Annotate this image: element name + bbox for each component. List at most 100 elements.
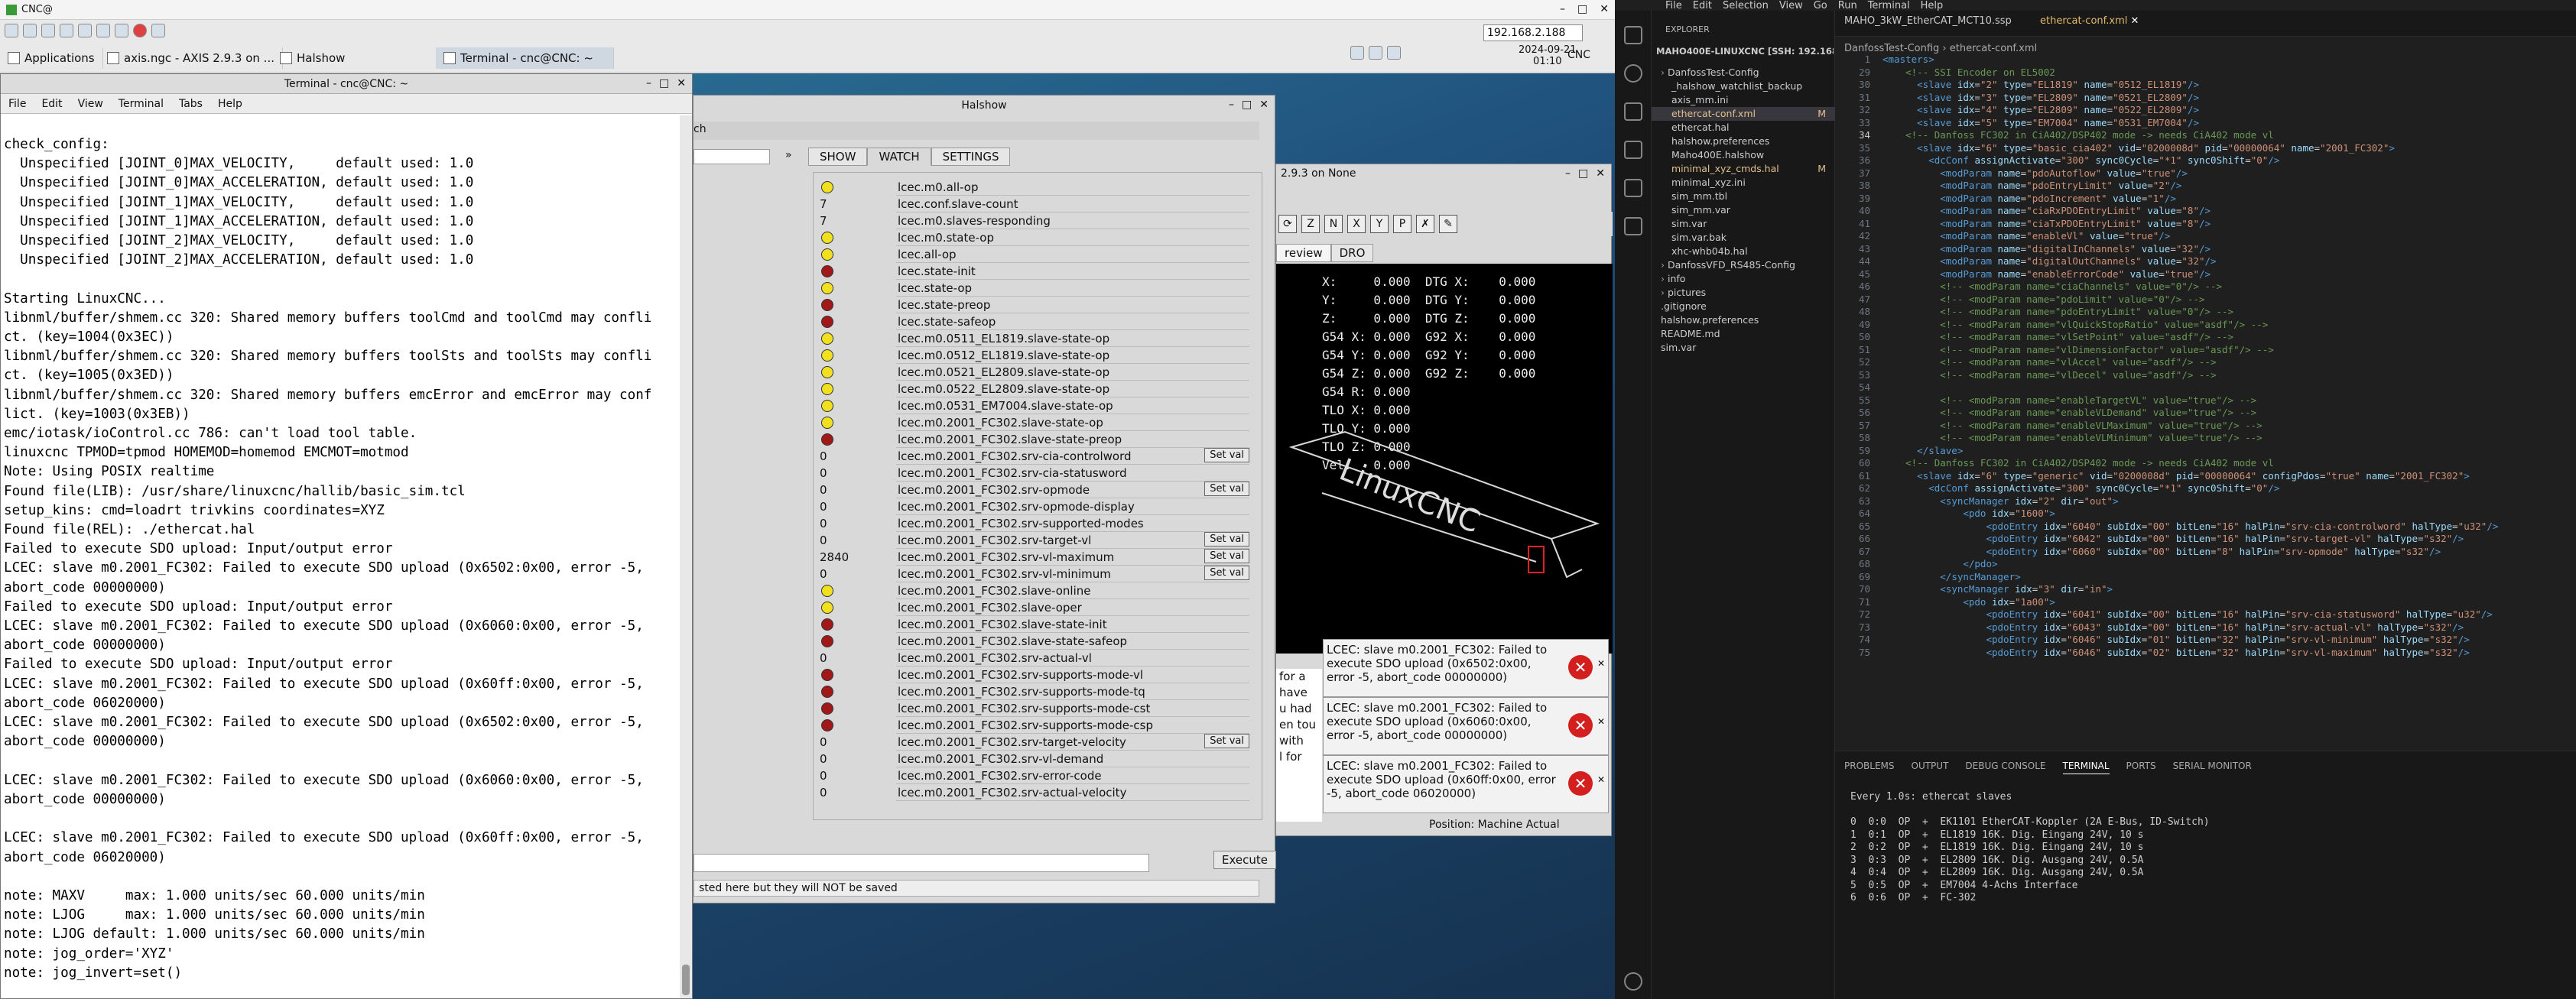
error-notification[interactable]: LCEC: slave m0.2001_FC302: Failed to exe… [1323,697,1609,755]
launcher-icon[interactable] [96,24,110,37]
tab-ethercat-conf[interactable]: ethercat-conf.xml ✕ [2040,15,2139,27]
error-notification[interactable]: LCEC: slave m0.2001_FC302: Failed to exe… [1323,755,1609,813]
tray-icon[interactable] [1387,46,1401,60]
tree-search[interactable] [694,149,770,164]
scroll-thumb[interactable] [682,965,690,995]
minimize-icon[interactable]: – [1560,3,1565,15]
panel-tab-terminal[interactable]: TERMINAL [2062,761,2110,774]
tab-watch[interactable]: WATCH [867,148,931,166]
preview-canvas[interactable]: X: 0.000 DTG X: 0.000 Y: 0.000 DTG Y: 0.… [1276,264,1613,654]
tray-icon[interactable] [1350,46,1364,60]
set-value-button[interactable]: Set val [1204,566,1249,580]
view-x-icon[interactable]: X [1347,215,1366,233]
tab-ssp[interactable]: MAHO_3kW_EtherCAT_MCT10.ssp [1844,15,2012,27]
command-entry[interactable] [694,854,1149,872]
file-item[interactable]: halshow.preferences [1652,135,1835,148]
clear-icon[interactable]: ✗ [1416,215,1434,233]
collapse-arrows[interactable]: » [785,149,792,161]
panel-tab-ports[interactable]: PORTS [2126,761,2156,771]
view-z-icon[interactable]: Z [1301,215,1320,233]
launcher-icon[interactable] [23,24,37,37]
tab-show[interactable]: SHOW [808,148,868,166]
set-value-button[interactable]: Set val [1204,734,1249,748]
file-item[interactable]: README.md [1652,327,1835,341]
tab-settings[interactable]: SETTINGS [931,148,1011,166]
close-icon[interactable]: ✕ [1596,167,1605,180]
menu-selection[interactable]: Selection [1723,0,1769,11]
workspace-root[interactable]: MAHO400E-LINUXCNC [SSH: 192.168.2.188] [1656,46,1834,57]
file-item[interactable]: .gitignore [1652,300,1835,313]
panel-tab-problems[interactable]: PROBLEMS [1844,761,1895,771]
menu-edit[interactable]: Edit [41,98,62,110]
file-item[interactable]: ethercat.hal [1652,121,1835,135]
menu-file[interactable]: File [1665,0,1682,11]
close-icon[interactable]: ✕ [1600,3,1609,15]
file-item[interactable]: sim.var [1652,341,1835,355]
terminal-scrollbar[interactable] [680,115,692,998]
folder-item[interactable]: › info [1652,272,1835,286]
execute-button[interactable]: Execute [1213,851,1276,869]
menu-edit[interactable]: Edit [1693,0,1712,11]
terminal-output[interactable]: check_config: Unspecified [JOINT_0]MAX_V… [4,135,678,998]
refresh-icon[interactable] [60,24,73,37]
task-terminal[interactable]: Terminal - cnc@CNC: ~ [436,47,614,69]
file-item[interactable]: minimal_xyz.ini [1652,176,1835,190]
task-halshow[interactable]: Halshow [272,47,443,69]
vnc-host-field[interactable]: 192.168.2.188 [1483,24,1583,41]
close-icon[interactable]: ✕ [1597,773,1605,787]
task-axis[interactable]: axis.ngc - AXIS 2.9.3 on ... [99,47,283,69]
set-value-button[interactable]: Set val [1204,549,1249,563]
maximize-icon[interactable]: □ [1577,3,1587,15]
menu-go[interactable]: Go [1814,0,1827,11]
tray-icon[interactable] [1369,46,1382,60]
panel-tab-serial-monitor[interactable]: SERIAL MONITOR [2173,761,2252,771]
applications-menu[interactable]: Applications [0,47,103,69]
file-item[interactable]: sim.var [1652,217,1835,231]
menu-view[interactable]: View [78,98,103,110]
menu-help[interactable]: Help [1921,0,1944,11]
file-item[interactable]: Maho400E.halshow [1652,148,1835,162]
file-item[interactable]: halshow.preferences [1652,313,1835,327]
menu-view[interactable]: View [1779,0,1803,11]
file-item[interactable]: ethercat-conf.xml M [1652,107,1835,121]
view-p-icon[interactable]: N [1324,215,1343,233]
panel-tab-output[interactable]: OUTPUT [1912,761,1949,771]
close-icon[interactable]: ✕ [677,77,686,89]
file-item[interactable]: sim_mm.var [1652,203,1835,217]
maximize-icon[interactable]: □ [659,77,669,89]
info-icon[interactable] [115,24,128,37]
minimize-icon[interactable]: – [1229,99,1234,111]
folder-item[interactable]: › DanfossTest-Config [1652,66,1835,79]
set-value-button[interactable]: Set val [1204,532,1249,547]
mail-icon[interactable] [151,24,165,37]
menu-terminal[interactable]: Terminal [119,98,164,110]
breadcrumb[interactable]: DanfossTest-Config › ethercat-conf.xml [1844,43,2037,54]
file-item[interactable]: sim_mm.tbl [1652,190,1835,203]
folder-item[interactable]: › pictures [1652,286,1835,300]
menu-help[interactable]: Help [218,98,242,110]
view-y-icon[interactable]: Y [1370,215,1389,233]
set-value-button[interactable]: Set val [1204,482,1249,496]
error-notification[interactable]: LCEC: slave m0.2001_FC302: Failed to exe… [1323,639,1609,697]
launcher-icon[interactable] [5,24,18,37]
menu-run[interactable]: Run [1838,0,1857,11]
brush-icon[interactable]: ✎ [1439,215,1457,233]
integrated-terminal[interactable]: Every 1.0s: ethercat slaves 0 0:0 OP + E… [1850,791,2210,905]
close-icon[interactable]: ✕ [1597,715,1605,728]
remote-explorer-icon[interactable] [1624,217,1642,235]
folder-item[interactable]: › DanfossVFD_RS485-Config [1652,258,1835,272]
view-p-icon[interactable]: P [1393,215,1411,233]
maximize-icon[interactable]: □ [1578,167,1588,180]
file-item[interactable]: axis_mm.ini [1652,93,1835,107]
extensions-icon[interactable] [1624,179,1642,197]
minimize-icon[interactable]: – [1565,167,1571,180]
settings-icon[interactable] [41,24,55,37]
maximize-icon[interactable]: □ [1242,99,1252,111]
stop-icon[interactable] [133,24,147,37]
file-item[interactable]: minimal_xyz_cmds.hal M [1652,162,1835,176]
panel-tab-debug-console[interactable]: DEBUG CONSOLE [1965,761,2045,771]
file-item[interactable]: xhc-whb04b.hal [1652,245,1835,258]
minimize-icon[interactable]: – [646,77,651,89]
file-item[interactable]: _halshow_watchlist_backup [1652,79,1835,93]
close-icon[interactable]: ✕ [1259,99,1269,111]
